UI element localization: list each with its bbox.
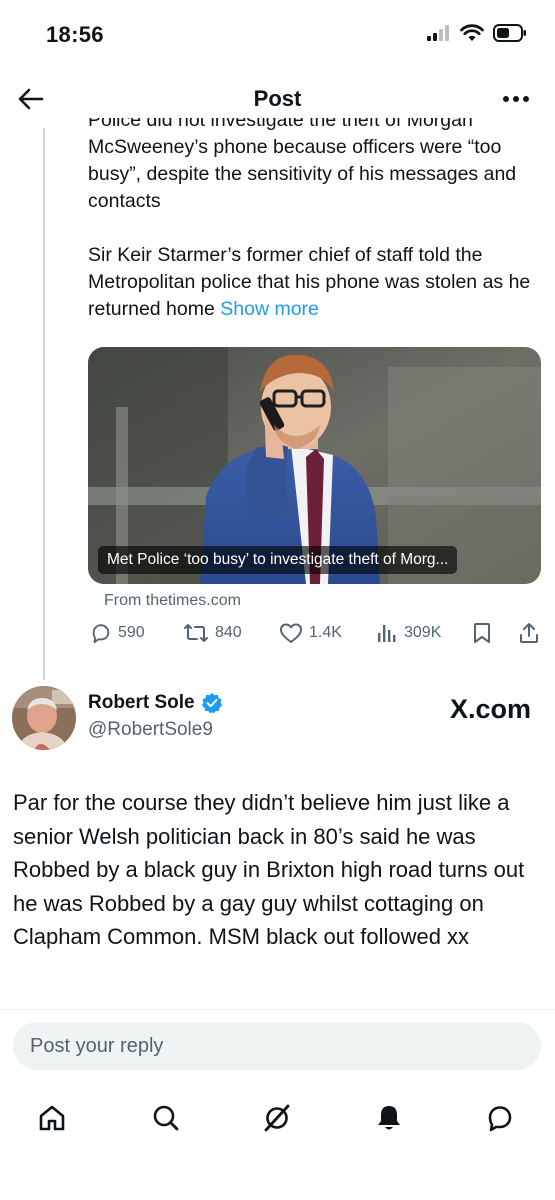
bookmark-icon <box>474 623 490 643</box>
tweet-actions: 590 840 1.4K 309K <box>88 622 544 652</box>
battery-icon <box>493 24 526 42</box>
nav-home[interactable] <box>34 1100 70 1136</box>
tweet-paragraph-2: Sir Keir Starmer’s former chief of staff… <box>88 244 531 320</box>
tweet-paragraph-1: McSweeney’s phone because officers were … <box>88 136 517 212</box>
more-options-button[interactable] <box>499 82 533 116</box>
nav-notifications[interactable] <box>371 1100 407 1136</box>
search-icon <box>153 1105 179 1131</box>
reply-icon <box>92 624 110 644</box>
parent-tweet-text[interactable]: Police did not investigate the theft of … <box>88 118 540 323</box>
signal-icon <box>427 25 449 41</box>
grok-icon <box>264 1104 290 1132</box>
status-time: 18:56 <box>46 22 104 47</box>
xcom-watermark: X.com <box>449 694 531 724</box>
card-source[interactable]: From thetimes.com <box>104 592 241 610</box>
reply-composer[interactable] <box>13 1022 541 1070</box>
reply-input[interactable] <box>13 1022 541 1070</box>
tweet-cut-line: Police did not investigate the theft of … <box>88 118 473 131</box>
nav-grok[interactable] <box>259 1100 295 1136</box>
avatar-photo <box>12 686 76 750</box>
reply-action[interactable]: 590 <box>90 622 145 644</box>
reply-author-handle[interactable]: @RobertSole9 <box>88 719 213 741</box>
card-caption: Met Police ‘too busy’ to investigate the… <box>98 546 458 574</box>
views-action[interactable]: 309K <box>376 622 441 644</box>
repost-action[interactable]: 840 <box>183 622 242 644</box>
more-dots-icon <box>503 96 529 102</box>
bell-icon <box>378 1106 400 1130</box>
reply-count: 590 <box>118 624 145 641</box>
repost-icon <box>184 624 208 642</box>
heart-icon <box>280 623 302 643</box>
show-more-link[interactable]: Show more <box>220 298 319 320</box>
link-card-image[interactable]: Met Police ‘too busy’ to investigate the… <box>88 347 541 584</box>
bookmark-action[interactable] <box>472 622 492 644</box>
like-count: 1.4K <box>309 624 342 641</box>
nav-messages[interactable] <box>482 1100 518 1136</box>
bottom-nav <box>0 1094 555 1142</box>
thread-line <box>43 128 45 680</box>
reply-text: Par for the course they didn’t believe h… <box>13 790 525 950</box>
status-icons <box>427 24 527 42</box>
status-bar: 18:56 <box>0 0 555 70</box>
share-icon <box>520 623 538 643</box>
share-action[interactable] <box>518 622 540 644</box>
reply-author-name[interactable]: Robert Sole <box>88 692 223 714</box>
verified-badge-icon <box>201 693 222 714</box>
chat-bubble-icon <box>488 1106 512 1132</box>
views-count: 309K <box>404 624 442 641</box>
wifi-icon <box>460 24 484 41</box>
nav-search[interactable] <box>148 1100 184 1136</box>
page-title: Post <box>253 86 302 111</box>
home-icon <box>39 1105 65 1131</box>
views-icon <box>378 625 396 642</box>
divider <box>0 1009 555 1010</box>
repost-count: 840 <box>215 624 242 641</box>
like-action[interactable]: 1.4K <box>279 622 342 644</box>
avatar[interactable] <box>12 686 76 750</box>
